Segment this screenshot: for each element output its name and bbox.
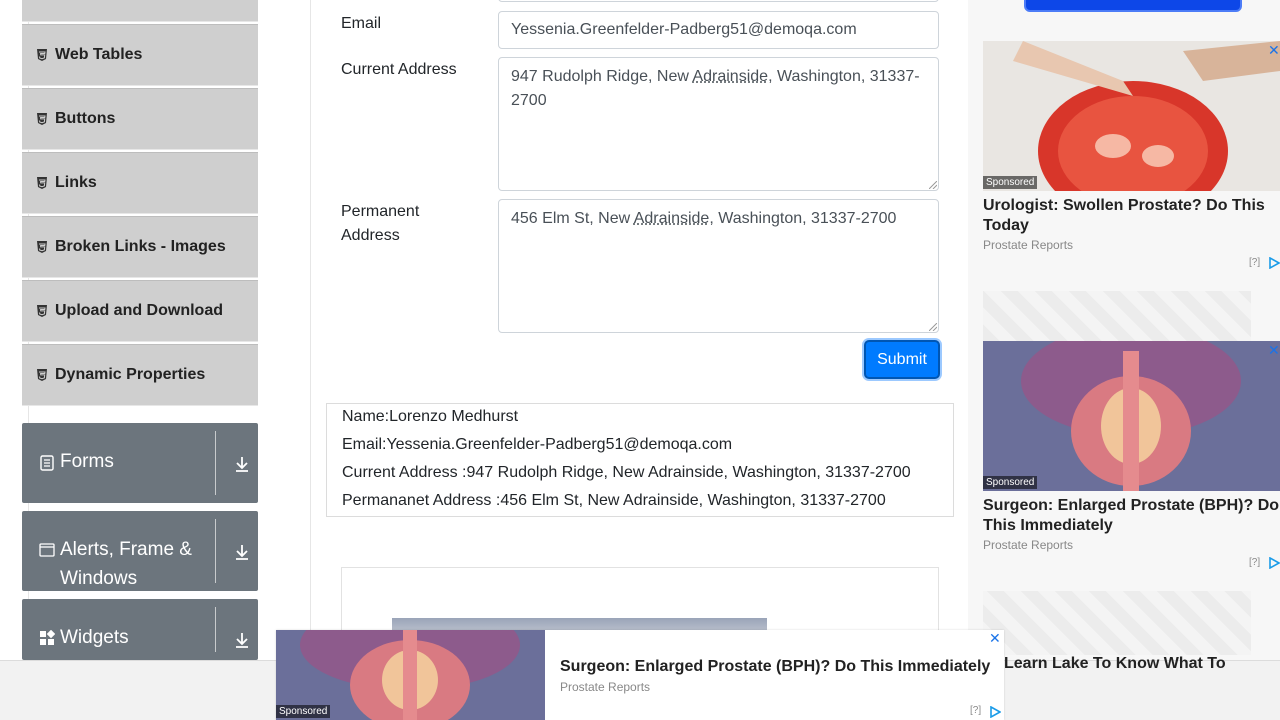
group-label: Alerts, Frame & Windows — [60, 539, 192, 589]
bottom-ad-title[interactable]: Surgeon: Enlarged Prostate (BPH)? Do Thi… — [560, 658, 990, 676]
sidebar-item-label: Links — [55, 174, 97, 191]
html5-icon — [37, 49, 47, 61]
bottom-ad-help[interactable]: [?] — [970, 705, 981, 716]
email-value: Yessenia.Greenfelder-Padberg51@demoqa.co… — [511, 21, 857, 38]
sidebar-item-broken-links[interactable]: Broken Links - Images — [22, 216, 258, 278]
sponsored-tag: Sponsored — [276, 705, 331, 718]
resize-handle-icon[interactable] — [929, 323, 937, 331]
html5-icon — [37, 305, 47, 317]
output-email: Email:Yessenia.Greenfelder-Padberg51@dem… — [342, 436, 733, 453]
adchoices-icon[interactable] — [1268, 257, 1280, 269]
download-icon[interactable] — [233, 455, 251, 473]
sidebar-item-dynamic-properties[interactable]: Dynamic Properties — [22, 344, 258, 406]
current-address-spellcheck: Adrainside — [692, 68, 769, 85]
sidebar-item-links[interactable]: Links — [22, 152, 258, 214]
html5-icon — [37, 241, 47, 253]
widgets-icon — [40, 630, 55, 645]
sidebar-group-alerts[interactable]: Alerts, Frame & Windows — [22, 511, 258, 591]
submit-button[interactable]: Submit — [864, 340, 940, 379]
group-divider — [215, 519, 216, 583]
bottom-ad-source: Prostate Reports — [560, 680, 651, 694]
adchoices-icon[interactable] — [989, 706, 1001, 718]
ad-help[interactable]: [?] — [1249, 257, 1260, 268]
email-field[interactable]: Yessenia.Greenfelder-Padberg51@demoqa.co… — [498, 11, 939, 49]
prostate-image — [983, 341, 1280, 491]
tomato-image — [983, 41, 1280, 191]
html5-icon — [37, 369, 47, 381]
sidebar-item-label: Broken Links - Images — [55, 238, 226, 255]
group-label: Widgets — [60, 627, 129, 648]
output-box: Name:Lorenzo Medhurst Email:Yessenia.Gre… — [326, 403, 954, 517]
ad-close-icon[interactable]: ✕ — [1268, 342, 1280, 359]
page: Web Tables Buttons Links Broken Links - … — [0, 0, 1280, 720]
group-label: Forms — [60, 451, 114, 472]
current-address-text: 947 Rudolph Ridge, New — [511, 68, 693, 85]
sidebar-group-forms[interactable]: Forms — [22, 423, 258, 503]
current-address-label: Current Address — [341, 61, 457, 78]
resize-handle-icon[interactable] — [929, 181, 937, 189]
sidebar-item-label: Web Tables — [55, 46, 143, 63]
sponsored-tag: Sponsored — [983, 476, 1038, 489]
bottom-ad[interactable]: Sponsored Surgeon: Enlarged Prostate (BP… — [276, 630, 1004, 720]
bottom-ad-close-icon[interactable]: ✕ — [989, 630, 1001, 647]
permanent-address-label: Permanent Address — [341, 203, 420, 244]
ad-title[interactable]: Urologist: Swollen Prostate? Do This Tod… — [983, 196, 1280, 236]
current-address-field[interactable]: 947 Rudolph Ridge, New Adrainside, Washi… — [498, 57, 939, 191]
email-label: Email — [341, 15, 382, 32]
permanent-address-field[interactable]: 456 Elm St, New Adrainside, Washington, … — [498, 199, 939, 333]
ad-image-prostate[interactable] — [983, 341, 1280, 491]
sidebar-item-buttons[interactable]: Buttons — [22, 88, 258, 150]
html5-icon — [37, 113, 47, 125]
top-ad-button[interactable] — [1024, 0, 1242, 12]
output-name: Name:Lorenzo Medhurst — [342, 408, 519, 425]
ad-pattern — [983, 291, 1251, 341]
ad-source: Prostate Reports — [983, 538, 1074, 552]
group-divider — [215, 431, 216, 495]
sidebar-group-widgets[interactable]: Widgets — [22, 599, 258, 660]
group-divider — [215, 607, 216, 652]
output-permanent-address: Permananet Address :456 Elm St, New Adra… — [342, 492, 886, 509]
download-icon[interactable] — [233, 631, 251, 649]
sidebar-item-label: Upload and Download — [55, 302, 223, 319]
window-icon — [39, 543, 55, 557]
full-name-field-partial[interactable] — [498, 0, 939, 2]
permanent-address-spellcheck: Adrainside — [633, 210, 710, 227]
sidebar-item-top-partial[interactable] — [22, 0, 258, 22]
ad-image-tomato[interactable] — [983, 41, 1280, 191]
permanent-address-text: 456 Elm St, New — [511, 210, 634, 227]
sidebar-item-label: Buttons — [55, 110, 116, 127]
html5-icon — [37, 177, 47, 189]
output-current-address: Current Address :947 Rudolph Ridge, New … — [342, 464, 911, 481]
download-icon[interactable] — [233, 543, 251, 561]
sidebar-item-web-tables[interactable]: Web Tables — [22, 24, 258, 86]
ad-help[interactable]: [?] — [1249, 557, 1260, 568]
ad-close-icon[interactable]: ✕ — [1268, 42, 1280, 59]
sidebar-item-upload-download[interactable]: Upload and Download — [22, 280, 258, 342]
adchoices-icon[interactable] — [1268, 557, 1280, 569]
sidebar-item-label: Dynamic Properties — [55, 366, 206, 383]
ad-title-peek[interactable]: Learn Lake To Know What To — [1004, 655, 1280, 673]
ad-title[interactable]: Surgeon: Enlarged Prostate (BPH)? Do Thi… — [983, 496, 1280, 536]
sponsored-tag: Sponsored — [983, 176, 1038, 189]
ad-pattern — [983, 591, 1251, 655]
permanent-address-text-end: , Washington, 31337-2700 — [709, 210, 897, 227]
document-icon — [40, 455, 54, 471]
ad-source: Prostate Reports — [983, 238, 1074, 252]
